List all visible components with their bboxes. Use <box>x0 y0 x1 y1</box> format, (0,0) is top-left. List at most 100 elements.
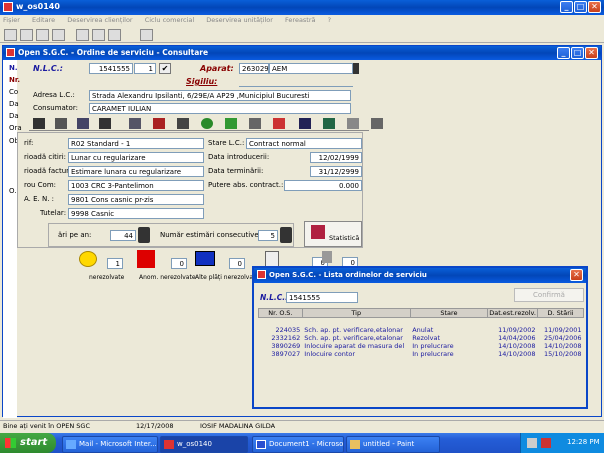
antivirus-icon[interactable] <box>541 438 551 448</box>
menu-fereastra[interactable]: Fereastră <box>285 16 316 24</box>
table-row[interactable]: 3897027 Inlocuire contor In prelucrare 1… <box>259 350 584 358</box>
checkmark-icon[interactable]: ✔ <box>159 63 171 74</box>
table-tab-icon[interactable] <box>323 118 335 129</box>
putere-field[interactable]: 0.000 <box>284 180 362 191</box>
tarif-field[interactable]: R02 Standard - 1 <box>68 138 204 149</box>
col-nr-os[interactable]: Nr. O.S. <box>258 308 303 318</box>
cell-dat-est: 14/10/2008 <box>498 341 536 350</box>
stare-field[interactable]: Contract normal <box>246 138 362 149</box>
nerezolvate-field[interactable]: 1 <box>107 258 123 269</box>
main-close-button[interactable]: ✕ <box>585 47 598 59</box>
cell-dat-est: 11/09/2002 <box>498 325 536 334</box>
status-date: 12/17/2008 <box>136 422 174 430</box>
menu-fisier[interactable]: Fișier <box>3 16 20 24</box>
network-icon[interactable] <box>527 438 537 448</box>
aparat-arrow-icon[interactable] <box>353 63 359 74</box>
statistica-button[interactable]: Statistică <box>304 221 362 247</box>
consumator-field[interactable]: CARAMET IULIAN <box>89 103 351 114</box>
table-row[interactable]: 224035 Sch. ap. pt. verificare,etalonar … <box>259 326 584 334</box>
no-entry-tab-icon[interactable] <box>273 118 285 129</box>
maximize-button[interactable]: □ <box>574 1 587 13</box>
toolbar-cut-icon[interactable] <box>76 29 89 41</box>
menu-deservirea-unitatilor[interactable]: Deservirea unităților <box>206 16 273 24</box>
toolbar-new-icon[interactable] <box>4 29 17 41</box>
money-tab-icon[interactable] <box>225 118 237 129</box>
anom-nerezolvate-field[interactable]: 0 <box>171 258 187 269</box>
orders-table: Nr. O.S. Tip Stare Dat.est.rezolv. D. St… <box>258 308 584 358</box>
toolbar-print-icon[interactable] <box>52 29 65 41</box>
gear-tab-icon[interactable] <box>249 118 261 129</box>
minimize-button[interactable]: _ <box>560 1 573 13</box>
nlc-suffix-field[interactable]: 1 <box>134 63 156 74</box>
sigiliu-field[interactable] <box>239 76 353 87</box>
taskbar-item-w-os0140[interactable]: w_os0140 <box>160 436 248 453</box>
taskbar-item-paint[interactable]: untitled - Paint <box>346 436 440 453</box>
perioada-facturare-field[interactable]: Estimare lunara cu regularizare <box>68 166 204 177</box>
dialog-title-bar: Open S.G.C. - Lista ordinelor de servici… <box>254 268 586 283</box>
cell-nr-os: 3890269 <box>271 341 301 350</box>
calendar-tab-icon[interactable] <box>129 118 141 129</box>
aparat-field[interactable]: 263029 <box>239 63 269 74</box>
dialog-close-button[interactable]: ✕ <box>570 269 583 281</box>
toolbar-run-icon[interactable] <box>140 29 153 41</box>
nlc-field[interactable]: 1541555 <box>89 63 133 74</box>
perioada-citiri-field[interactable]: Lunar cu regularizare <box>68 152 204 163</box>
col-stare[interactable]: Stare <box>409 308 489 318</box>
tutelar-field[interactable]: 9998 Casnic <box>68 208 204 219</box>
cell-stare: Rezolvat <box>412 333 441 342</box>
order-list-dialog: Open S.G.C. - Lista ordinelor de servici… <box>252 266 588 409</box>
data-terminarii-field[interactable]: 31/12/2999 <box>310 166 362 177</box>
estimari-pe-an-field[interactable]: 44 <box>110 230 136 241</box>
menu-bar: Fișier Editare Deservirea clienților Cic… <box>3 16 341 26</box>
dialog-nlc-field[interactable]: 1541555 <box>286 292 358 303</box>
chart-tab-icon[interactable] <box>77 118 89 129</box>
menu-help[interactable]: ? <box>328 16 331 24</box>
grup-com-field[interactable]: 1003 CRC 3-Pantelimon <box>68 180 204 191</box>
menu-ciclu-comercial[interactable]: Ciclu comercial <box>145 16 195 24</box>
main-title-bar: Open S.G.C. - Ordine de serviciu - Consu… <box>3 46 601 60</box>
cell-tip: Inlocuire contor <box>304 349 356 358</box>
aparat-type-field[interactable]: AEM <box>269 63 353 74</box>
col-d-starii[interactable]: D. Stării <box>537 308 584 318</box>
form-tab-icon[interactable] <box>371 118 383 129</box>
taskbar-item-document1[interactable]: Document1 - Microsof... <box>252 436 344 453</box>
start-button[interactable]: start <box>0 433 56 453</box>
col-dat-est-rezolv[interactable]: Dat.est.rezolv. <box>487 308 539 318</box>
toolbar-open-icon[interactable] <box>20 29 33 41</box>
estimari-consecutive-label: Număr estimări consecutive: <box>160 231 261 239</box>
table-row[interactable]: 3890269 Inlocuire aparat de masura del I… <box>259 342 584 350</box>
menu-deservirea-clientilor[interactable]: Deservirea clienților <box>67 16 132 24</box>
traffic-light-icon-2 <box>280 227 292 243</box>
paint-icon <box>350 440 360 449</box>
cell-nr-os: 224035 <box>275 325 301 334</box>
adresa-field[interactable]: Strada Alexandru Ipsilanti, 6/29E/A AP29… <box>89 90 351 101</box>
caen-field[interactable]: 9801 Cons casnic pr-zis <box>68 194 204 205</box>
taskbar-item-mail[interactable]: Mail - Microsoft Inter... <box>62 436 158 453</box>
close-button[interactable]: ✕ <box>588 1 601 13</box>
perioada-facturare-label: rioadă factur.: <box>24 167 73 175</box>
toolbar-paste-icon[interactable] <box>108 29 121 41</box>
window-icon <box>6 48 15 57</box>
main-maximize-button[interactable]: □ <box>571 47 584 59</box>
menu-editare[interactable]: Editare <box>32 16 55 24</box>
alte-plati-field[interactable]: 0 <box>229 258 245 269</box>
book-tab-icon[interactable] <box>299 118 311 129</box>
house-tab-icon[interactable] <box>33 118 45 129</box>
cell-nr-os: 2332162 <box>271 333 301 342</box>
cell-dat-est: 14/04/2006 <box>498 333 536 342</box>
bug-tab-icon[interactable] <box>177 118 189 129</box>
table-row[interactable]: 2332162 Sch. ap. pt. verificare,etalonar… <box>259 334 584 342</box>
aparat-label: Aparat: <box>200 64 234 73</box>
list-tab-icon[interactable] <box>99 118 111 129</box>
toolbar-save-icon[interactable] <box>36 29 49 41</box>
estimari-consecutive-field[interactable]: 5 <box>258 230 278 241</box>
home-tab-icon[interactable] <box>153 118 165 129</box>
confirma-button[interactable]: Confirmă <box>514 288 584 302</box>
toolbar-copy-icon[interactable] <box>92 29 105 41</box>
document-tab-icon[interactable] <box>55 118 67 129</box>
col-tip[interactable]: Tip <box>301 308 411 318</box>
data-introducerii-field[interactable]: 12/02/1999 <box>310 152 362 163</box>
globe-tab-icon[interactable] <box>201 118 213 129</box>
main-minimize-button[interactable]: _ <box>557 47 570 59</box>
pen-tab-icon[interactable] <box>347 118 359 129</box>
